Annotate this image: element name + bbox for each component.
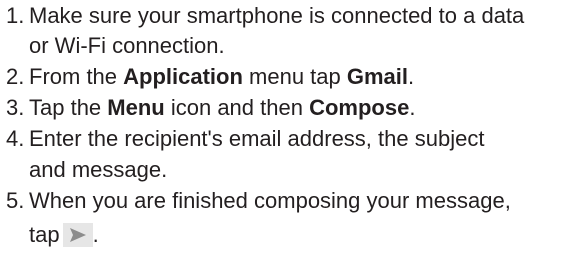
step-5-text-line-1: When you are finished composing your mes… [29, 188, 511, 213]
step-2-middle: menu tap [242, 64, 347, 89]
step-2-suffix: . [408, 64, 415, 89]
application-menu-label: Application [123, 64, 243, 89]
step-2-text: From the Application menu tap Gmail. [29, 64, 414, 90]
step-4-text-line-2: and message. [29, 157, 168, 182]
send-icon [62, 223, 93, 247]
gmail-label: Gmail [346, 64, 409, 89]
step-5-text-line-2: tap. [29, 222, 99, 248]
step-2-prefix: From the [29, 64, 124, 89]
menu-label: Menu [107, 95, 165, 120]
step-4-text-line-1: Enter the recipient's email address, the… [29, 126, 485, 151]
step-1-text-line-1: Make sure your smartphone is connected t… [29, 3, 525, 28]
instruction-list: 1. Make sure your smartphone is connecte… [0, 0, 569, 256]
step-3-text: Tap the Menu icon and then Compose. [29, 95, 415, 121]
step-3-middle: icon and then [164, 95, 310, 120]
compose-label: Compose [309, 95, 410, 120]
step-3-prefix: Tap the [29, 95, 108, 120]
step-5-tap-word: tap [29, 222, 60, 247]
send-arrow-glyph [69, 228, 86, 242]
step-1-text-line-2: or Wi-Fi connection. [29, 33, 225, 58]
step-3-suffix: . [409, 95, 416, 120]
step-5-end: . [92, 222, 99, 247]
